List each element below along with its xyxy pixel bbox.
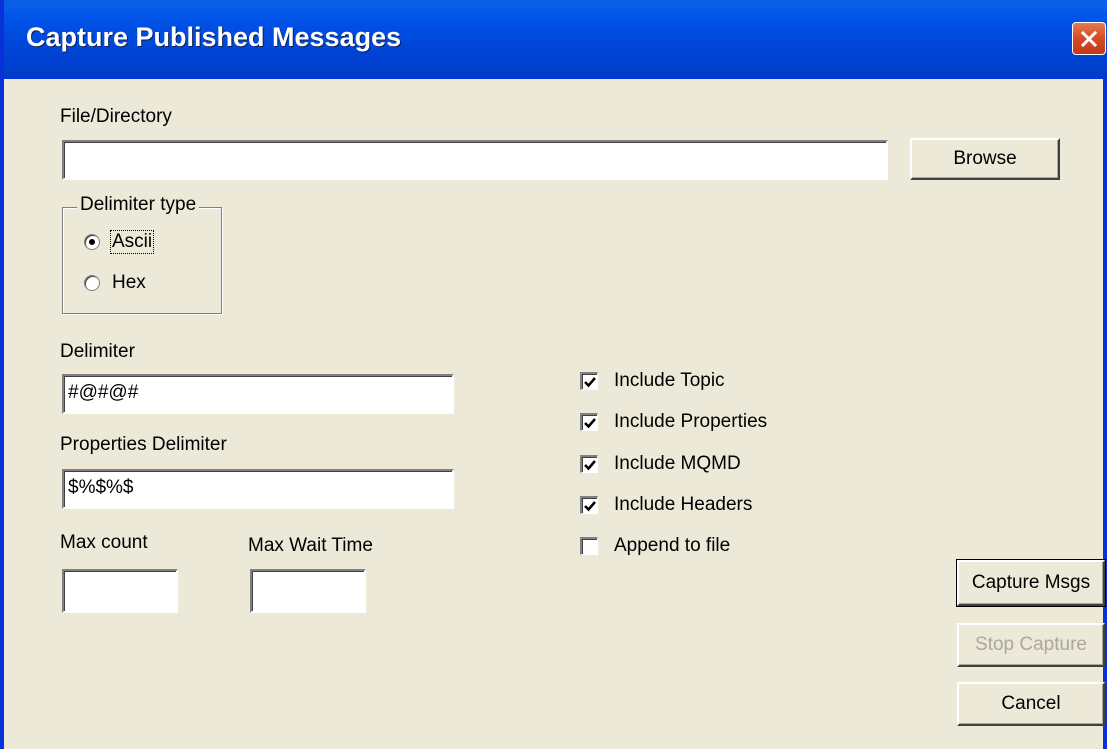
radio-ascii[interactable]: Ascii (84, 230, 155, 254)
cancel-button[interactable]: Cancel (957, 682, 1105, 726)
max-wait-time-label: Max Wait Time (248, 535, 373, 556)
window-title: Capture Published Messages (26, 22, 402, 52)
checkmark-icon (583, 376, 596, 387)
delimiter-type-group: Delimiter type (62, 194, 222, 314)
include-mqmd-label: Include MQMD (614, 453, 741, 474)
max-wait-time-input[interactable] (250, 569, 366, 613)
checkmark-icon (583, 500, 596, 511)
title-bar[interactable]: Capture Published Messages (4, 0, 1107, 79)
include-headers-checkbox[interactable]: Include Headers (580, 494, 752, 516)
file-directory-label: File/Directory (60, 106, 172, 127)
delimiter-type-legend: Delimiter type (77, 194, 200, 216)
checkmark-icon (583, 459, 596, 470)
include-headers-box[interactable] (580, 496, 598, 514)
max-count-label: Max count (60, 532, 148, 553)
include-properties-checkbox[interactable]: Include Properties (580, 411, 767, 433)
radio-hex-label: Hex (112, 272, 146, 293)
include-mqmd-box[interactable] (580, 455, 598, 473)
radio-ascii-label: Ascii (110, 230, 155, 254)
close-icon (1080, 30, 1098, 47)
append-to-file-box[interactable] (580, 537, 598, 555)
radio-hex[interactable]: Hex (84, 272, 148, 294)
properties-delimiter-label: Properties Delimiter (60, 434, 227, 455)
include-properties-box[interactable] (580, 413, 598, 431)
capture-msgs-button[interactable]: Capture Msgs (956, 559, 1106, 607)
radio-ascii-button[interactable] (84, 234, 100, 250)
checkmark-icon (583, 417, 596, 428)
include-headers-label: Include Headers (614, 494, 753, 515)
stop-capture-button[interactable]: Stop Capture (957, 623, 1105, 667)
delimiter-label: Delimiter (60, 341, 135, 362)
include-topic-label: Include Topic (614, 370, 725, 391)
include-properties-label: Include Properties (614, 411, 768, 432)
file-directory-input[interactable] (62, 140, 888, 180)
close-button[interactable] (1072, 22, 1106, 55)
properties-delimiter-input[interactable]: $%$%$ (62, 469, 454, 509)
delimiter-input[interactable]: #@#@# (62, 374, 454, 414)
append-to-file-label: Append to file (614, 535, 731, 556)
append-to-file-checkbox[interactable]: Append to file (580, 535, 730, 557)
dialog-window: Capture Published Messages File/Director… (0, 0, 1107, 749)
radio-selected-dot (89, 239, 95, 245)
include-topic-checkbox[interactable]: Include Topic (580, 370, 725, 392)
include-mqmd-checkbox[interactable]: Include MQMD (580, 453, 741, 475)
max-count-input[interactable] (62, 569, 178, 613)
include-topic-box[interactable] (580, 372, 598, 390)
browse-button[interactable]: Browse (910, 138, 1060, 180)
radio-hex-button[interactable] (84, 275, 100, 291)
